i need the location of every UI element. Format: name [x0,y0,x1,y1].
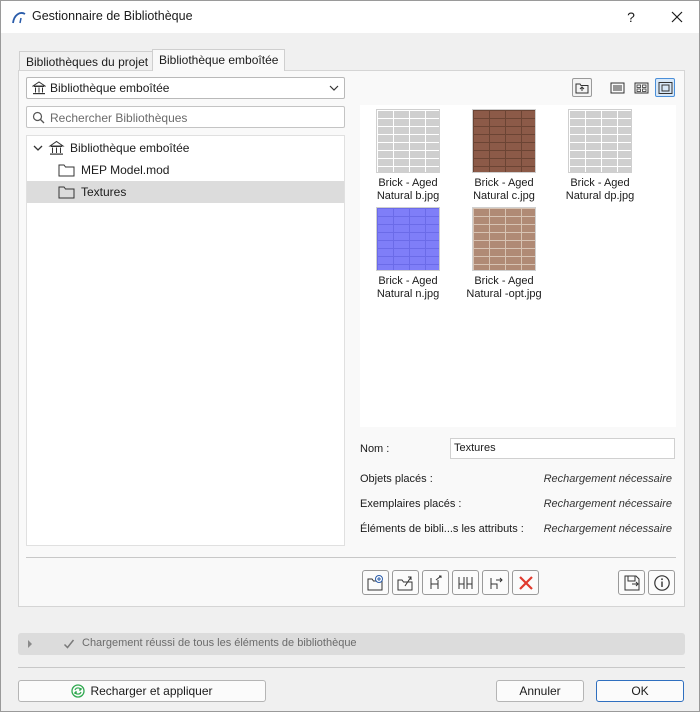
texture-thumbnail [472,109,536,173]
texture-thumbnail [472,207,536,271]
thumbnail-caption: Brick - Aged Natural n.jpg [376,275,440,300]
library-tree: Bibliothèque emboîtée MEP Model.mod Text… [26,135,345,546]
status-bar[interactable]: Chargement réussi de tous les éléments d… [18,633,685,655]
attribute-elements-label: Éléments de bibli...s les attributs : [360,523,524,535]
texture-preview-area: Brick - Aged Natural b.jpg Brick - Aged … [360,105,676,427]
name-field[interactable]: Textures [450,438,675,459]
thumbnail-item[interactable]: Brick - Aged Natural c.jpg [459,109,549,203]
chevron-down-icon[interactable] [33,143,43,153]
placed-instances-value: Rechargement nécessaire [543,498,672,510]
list-view-icon [610,82,625,94]
reload-apply-button[interactable]: Recharger et appliquer [18,680,266,702]
texture-thumbnail [376,109,440,173]
grid-view-button[interactable] [631,78,651,97]
folder-icon [58,186,75,199]
save-library-button[interactable] [618,570,645,595]
list-view-button[interactable] [607,78,627,97]
preview-view-icon [658,82,673,94]
thumbnail-caption: Brick - Aged Natural c.jpg [473,177,535,202]
thumbnail-item[interactable]: Brick - Aged Natural dp.jpg [555,109,645,203]
tree-item-label: Bibliothèque emboîtée [70,141,190,155]
chairs-icon [458,577,473,589]
export-object-button[interactable] [422,570,449,595]
window-title: Gestionnaire de Bibliothèque [32,9,193,23]
divider [18,667,685,668]
thumbnail-item[interactable]: Brick - Aged Natural b.jpg [363,109,453,203]
ok-button[interactable]: OK [596,680,684,702]
placed-objects-value: Rechargement nécessaire [543,473,672,485]
remove-library-button[interactable] [512,570,539,595]
move-object-button[interactable] [482,570,509,595]
close-button[interactable] [665,6,689,28]
save-icon [624,575,640,591]
library-icon [32,81,46,95]
name-label: Nom : [360,443,390,455]
library-search-input[interactable]: Rechercher Bibliothèques [26,106,345,128]
add-library-button[interactable] [362,570,389,595]
tree-item-label: MEP Model.mod [81,163,170,177]
cancel-button[interactable]: Annuler [496,680,584,702]
texture-thumbnail [376,207,440,271]
checkmark-icon [63,639,75,649]
thumbnail-item[interactable]: Brick - Aged Natural n.jpg [363,207,453,301]
folder-icon [58,164,75,177]
reload-apply-label: Recharger et appliquer [90,684,213,698]
thumbnail-caption: Brick - Aged Natural dp.jpg [565,177,635,202]
texture-thumbnail [568,109,632,173]
help-button[interactable]: ? [619,6,643,28]
info-button[interactable] [648,570,675,595]
folder-export-icon [397,576,413,591]
tree-item-textures[interactable]: Textures [27,181,344,203]
folder-add-icon [367,575,383,591]
close-icon [671,11,683,23]
library-dropdown-value: Bibliothèque emboîtée [50,81,170,95]
library-dropdown[interactable]: Bibliothèque emboîtée [26,77,345,99]
library-manager-window: Gestionnaire de Bibliothèque ? Bibliothè… [0,0,700,712]
tree-item-mep-model[interactable]: MEP Model.mod [27,159,344,181]
chair-move-icon [490,577,503,589]
attribute-elements-value: Rechargement nécessaire [543,523,672,535]
grid-view-icon [634,82,649,94]
placed-objects-label: Objets placés : [360,473,433,485]
info-icon [654,575,670,591]
folder-up-icon [575,83,589,94]
tree-item-embedded-library[interactable]: Bibliothèque emboîtée [27,137,344,159]
tree-item-label: Textures [81,185,127,199]
reload-icon [71,684,86,698]
library-icon [48,140,65,155]
archicad-logo-icon [12,12,26,24]
divider [26,557,676,558]
delete-icon [519,576,533,590]
preview-view-button[interactable] [655,78,675,97]
export-library-button[interactable] [392,570,419,595]
expand-arrow-icon[interactable] [26,639,34,649]
tab-project-libraries[interactable]: Bibliothèques du projet [19,51,155,71]
placed-instances-label: Exemplaires placés : [360,498,462,510]
chair-export-icon [430,575,442,589]
search-placeholder: Rechercher Bibliothèques [50,111,188,125]
thumbnail-caption: Brick - Aged Natural b.jpg [376,177,440,202]
search-icon [32,111,45,124]
library-objects-button[interactable] [452,570,479,595]
thumbnail-caption: Brick - Aged Natural -opt.jpg [466,275,542,300]
thumbnail-item[interactable]: Brick - Aged Natural -opt.jpg [459,207,549,301]
title-bar: Gestionnaire de Bibliothèque ? [1,1,699,33]
tab-embedded-library[interactable]: Bibliothèque emboîtée [152,49,286,71]
go-up-folder-button[interactable] [572,78,592,97]
status-text: Chargement réussi de tous les éléments d… [82,637,357,649]
chevron-down-icon [329,85,339,91]
